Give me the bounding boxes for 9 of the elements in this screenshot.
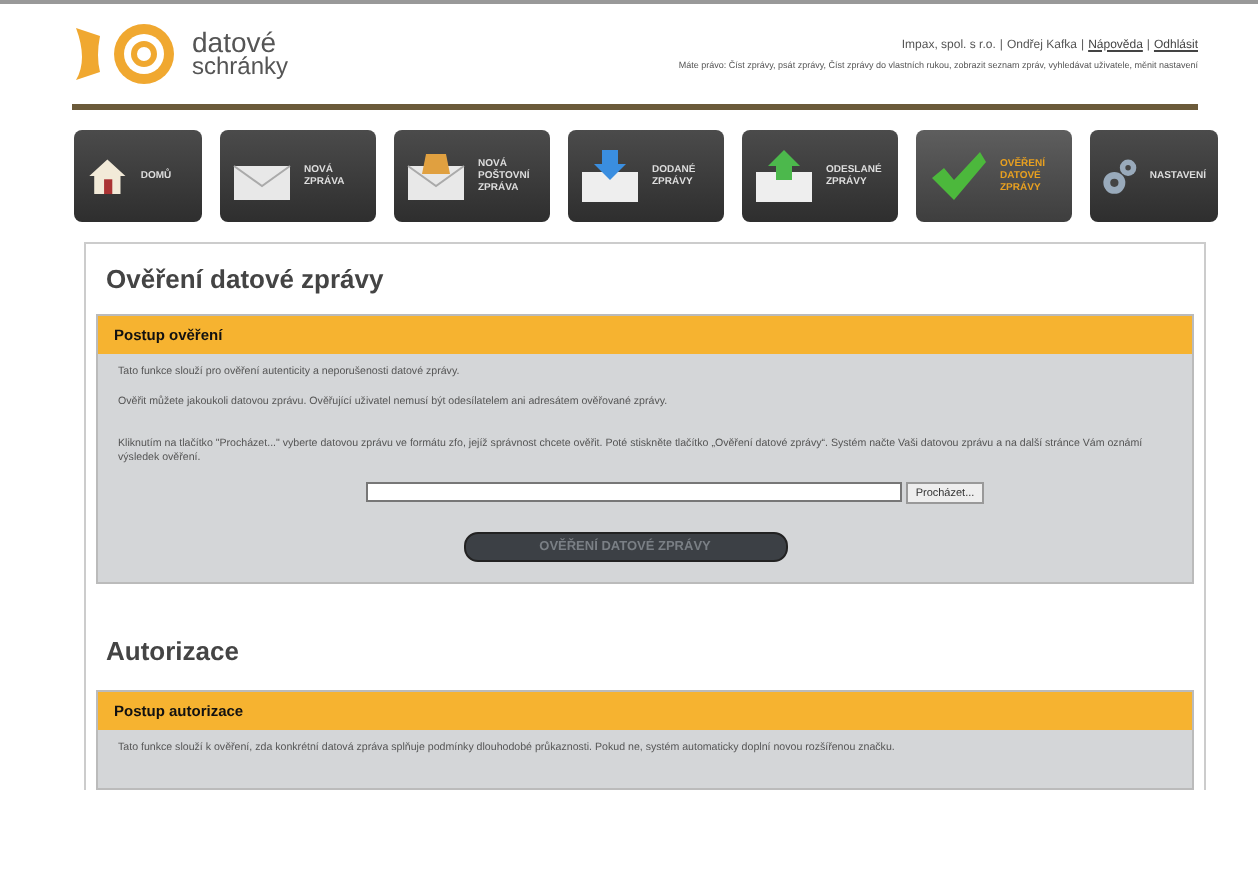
section-title: Ověření datové zprávy <box>104 262 386 298</box>
envelope-down-icon <box>580 148 640 204</box>
checkmark-icon <box>928 150 988 202</box>
logo-text: schránky <box>192 54 289 78</box>
section-title: Autorizace <box>104 634 241 670</box>
file-input[interactable] <box>365 482 902 502</box>
envelope-up-icon <box>754 148 814 204</box>
envelope-stamp-icon <box>406 150 466 202</box>
logo-text: datové <box>192 30 277 54</box>
